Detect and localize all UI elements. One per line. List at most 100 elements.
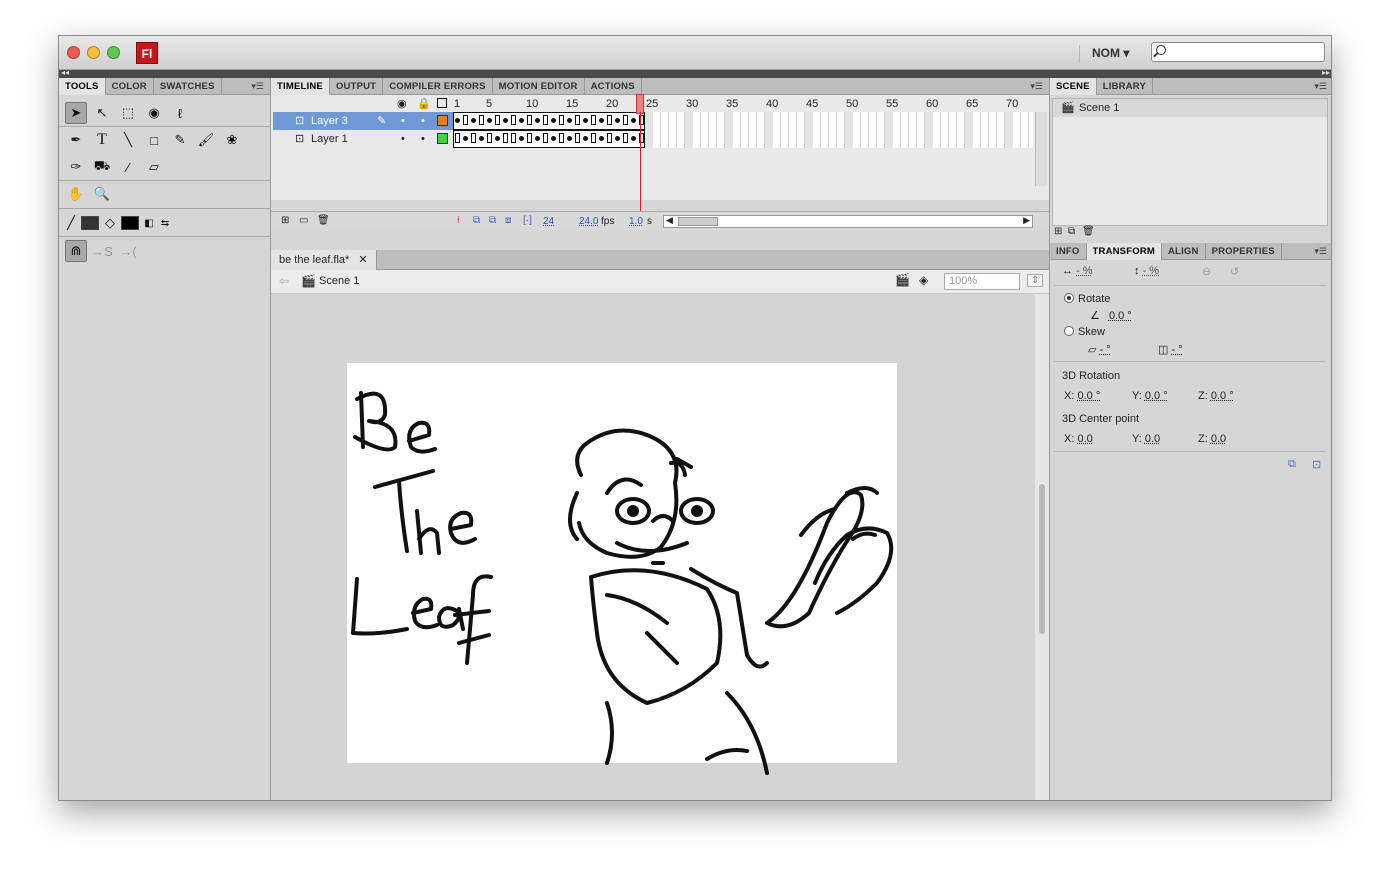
skew-horizontal-value[interactable]: - ° bbox=[1100, 344, 1111, 356]
blank-keyframe-icon[interactable] bbox=[495, 115, 500, 125]
blank-keyframe-icon[interactable] bbox=[575, 115, 580, 125]
eyedropper-tool-icon[interactable]: ⁄ bbox=[117, 156, 139, 178]
line-tool-icon[interactable]: ╲ bbox=[117, 129, 139, 151]
tab-color[interactable]: COLOR bbox=[106, 78, 154, 95]
lasso-tool-icon[interactable]: ℓ bbox=[169, 102, 191, 124]
keyframe-icon[interactable] bbox=[551, 118, 556, 123]
stage-vscroll-thumb[interactable] bbox=[1039, 484, 1045, 634]
keyframe-icon[interactable] bbox=[479, 136, 484, 141]
blank-keyframe-icon[interactable] bbox=[559, 133, 564, 143]
blank-keyframe-icon[interactable] bbox=[559, 115, 564, 125]
stage-vscroll[interactable] bbox=[1035, 294, 1049, 800]
onion-outline-icon[interactable]: ⧉ bbox=[489, 215, 496, 226]
close-window-button[interactable] bbox=[67, 46, 80, 59]
skew-radio[interactable] bbox=[1064, 326, 1074, 336]
bone-tool-icon[interactable]: ✑ bbox=[65, 156, 87, 178]
keyframe-icon[interactable] bbox=[455, 118, 460, 123]
new-folder-icon[interactable]: ▭ bbox=[299, 215, 308, 226]
keyframe-icon[interactable] bbox=[471, 118, 476, 123]
rot-z-value[interactable]: 0.0 ° bbox=[1211, 390, 1234, 402]
zoom-tool-icon[interactable]: 🔍 bbox=[91, 183, 113, 205]
blank-keyframe-icon[interactable] bbox=[543, 115, 548, 125]
keyframe-icon[interactable] bbox=[503, 118, 508, 123]
keyframe-icon[interactable] bbox=[583, 136, 588, 141]
tab-info[interactable]: INFO bbox=[1050, 243, 1087, 260]
lock-icon[interactable]: 🔒 bbox=[417, 97, 431, 110]
layer-row-layer-1[interactable]: ⊡ Layer 1 • • bbox=[273, 130, 453, 148]
paint-bucket-tool-icon[interactable]: ⛟ bbox=[91, 156, 113, 178]
left-collapse-strip[interactable]: ◂◂ bbox=[59, 68, 271, 78]
blank-keyframe-icon[interactable] bbox=[607, 133, 612, 143]
blank-keyframe-icon[interactable] bbox=[527, 133, 532, 143]
keyframe-icon[interactable] bbox=[599, 136, 604, 141]
rot-x-value[interactable]: 0.0 ° bbox=[1077, 390, 1100, 402]
brush-tool-icon[interactable]: 🖌 bbox=[195, 129, 217, 151]
smooth-icon[interactable]: →S bbox=[91, 240, 113, 262]
close-tab-icon[interactable]: ✕ bbox=[358, 254, 367, 266]
edit-multiple-icon[interactable]: ⧈ bbox=[505, 215, 511, 226]
playhead-marker[interactable] bbox=[636, 94, 644, 114]
delete-layer-icon[interactable]: 🗑 bbox=[317, 215, 330, 226]
modify-markers-icon[interactable]: [·] bbox=[523, 215, 532, 226]
swap-colors-icon[interactable]: ⇆ bbox=[159, 212, 171, 234]
free-transform-tool-icon[interactable]: ⬚ bbox=[117, 102, 139, 124]
tab-output[interactable]: OUTPUT bbox=[330, 78, 384, 95]
keyframe-icon[interactable] bbox=[519, 118, 524, 123]
document-tab[interactable]: be the leaf.fla* ✕ bbox=[271, 250, 377, 270]
keyframe-icon[interactable] bbox=[599, 118, 604, 123]
deco-tool-icon[interactable]: ❀ bbox=[221, 129, 243, 151]
visible-dot-icon[interactable]: • bbox=[401, 130, 405, 148]
panel-menu-icon[interactable]: ▾☰ bbox=[1030, 81, 1043, 92]
scene-breadcrumb[interactable]: Scene 1 bbox=[319, 275, 359, 287]
delete-scene-icon[interactable]: 🗑 bbox=[1082, 226, 1095, 237]
blank-keyframe-icon[interactable] bbox=[455, 133, 460, 143]
constrain-icon[interactable]: ⊖ bbox=[1202, 265, 1211, 278]
selection-tool-icon[interactable]: ➤ bbox=[65, 102, 87, 124]
rectangle-tool-icon[interactable]: □ bbox=[143, 129, 165, 151]
pen-tool-icon[interactable]: ✒ bbox=[65, 129, 87, 151]
edit-scene-icon[interactable]: 🎬 bbox=[895, 273, 910, 287]
hand-tool-icon[interactable]: ✋ bbox=[65, 183, 87, 205]
help-search-input[interactable] bbox=[1151, 42, 1325, 62]
scroll-right-icon[interactable]: ▶ bbox=[1023, 215, 1030, 226]
remove-transform-icon[interactable]: ⊡ bbox=[1312, 458, 1321, 471]
blank-keyframe-icon[interactable] bbox=[487, 133, 492, 143]
tab-timeline[interactable]: TIMELINE bbox=[271, 78, 330, 95]
text-tool-icon[interactable]: T bbox=[91, 129, 113, 151]
zoom-window-button[interactable] bbox=[107, 46, 120, 59]
stroke-color-swatch[interactable] bbox=[81, 216, 99, 230]
scene-list-item[interactable]: 🎬 Scene 1 bbox=[1053, 99, 1327, 117]
blank-keyframe-icon[interactable] bbox=[479, 115, 484, 125]
keyframe-icon[interactable] bbox=[631, 136, 636, 141]
object-drawing-icon[interactable]: ⋒ bbox=[65, 240, 87, 262]
tab-motion-editor[interactable]: MOTION EDITOR bbox=[493, 78, 585, 95]
tab-tools[interactable]: TOOLS bbox=[59, 78, 106, 95]
rotate-value[interactable]: 0.0 ° bbox=[1109, 310, 1132, 322]
lock-dot-icon[interactable]: • bbox=[421, 130, 425, 148]
tab-transform[interactable]: TRANSFORM bbox=[1086, 243, 1162, 260]
blank-keyframe-icon[interactable] bbox=[591, 133, 596, 143]
panel-menu-icon[interactable]: ▾☰ bbox=[251, 81, 264, 92]
workspace-switcher[interactable]: NOM ▾ bbox=[1079, 45, 1129, 63]
tab-align[interactable]: ALIGN bbox=[1162, 243, 1206, 260]
timeline-vscroll[interactable] bbox=[1035, 112, 1047, 186]
keyframe-icon[interactable] bbox=[519, 136, 524, 141]
back-arrow-icon[interactable]: ⇦ bbox=[279, 274, 289, 288]
stage-canvas[interactable] bbox=[347, 363, 897, 775]
panel-menu-icon[interactable]: ▾☰ bbox=[1314, 81, 1327, 92]
blank-keyframe-icon[interactable] bbox=[623, 115, 628, 125]
blank-keyframe-icon[interactable] bbox=[471, 133, 476, 143]
blank-keyframe-icon[interactable] bbox=[503, 133, 508, 143]
keyframe-icon[interactable] bbox=[551, 136, 556, 141]
tab-properties[interactable]: PROPERTIES bbox=[1206, 243, 1282, 260]
layer-color-swatch[interactable] bbox=[437, 133, 448, 144]
subselection-tool-icon[interactable]: ↖ bbox=[91, 102, 113, 124]
center-x-value[interactable]: 0.0 bbox=[1077, 433, 1092, 445]
rotate-radio[interactable] bbox=[1064, 293, 1074, 303]
keyframe-icon[interactable] bbox=[487, 118, 492, 123]
zoom-field[interactable]: 100% bbox=[944, 273, 1020, 290]
layer-color-swatch[interactable] bbox=[437, 115, 448, 126]
tab-actions[interactable]: ACTIONS bbox=[585, 78, 642, 95]
outline-icon[interactable] bbox=[437, 98, 447, 108]
black-white-icon[interactable]: ◧ bbox=[143, 212, 155, 234]
